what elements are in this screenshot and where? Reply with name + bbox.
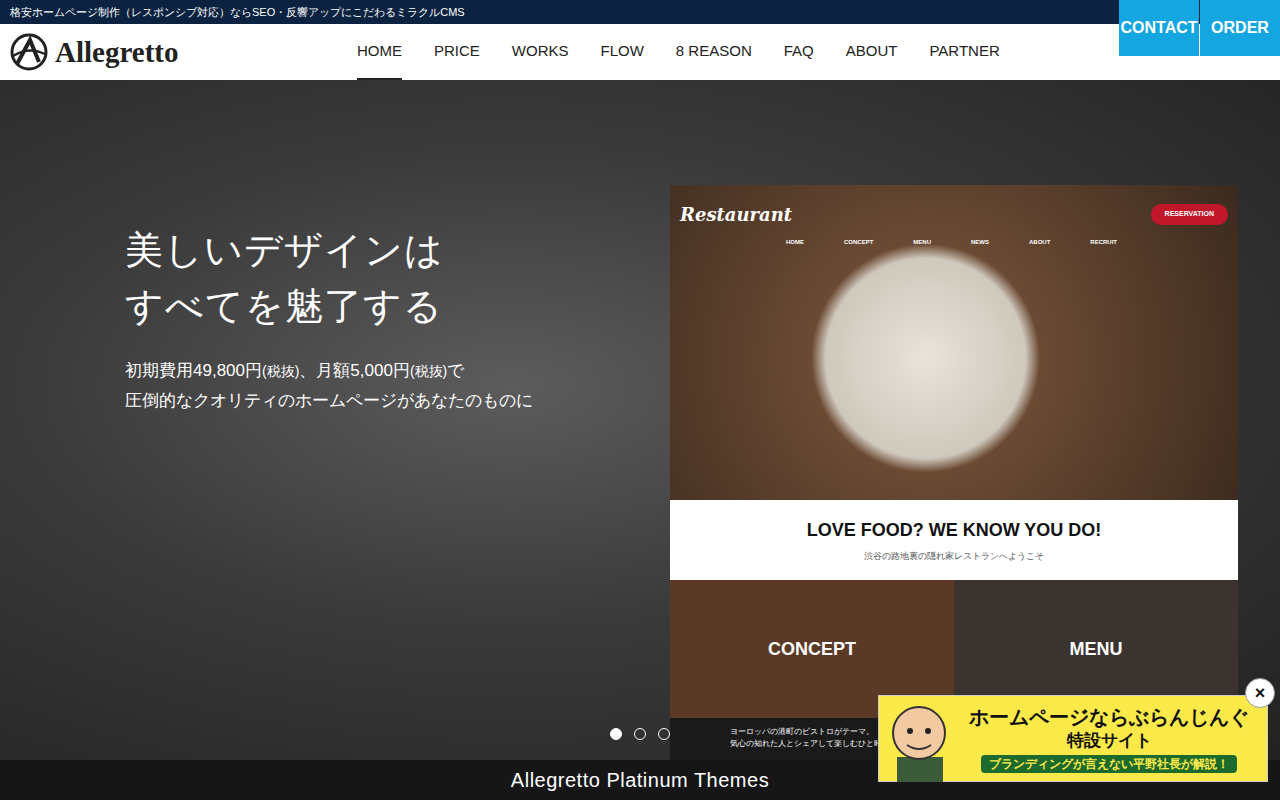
header: Allegretto HOME PRICE WORKS FLOW 8 REASON FAQ A… [0, 24, 1280, 80]
mockup-hero-photo: Restaurant RESERVATION HOMECONCEPTMENUNEWS… [670, 185, 1238, 500]
mockup-band: LOVE FOOD? WE KNOW YOU DO!渋谷の路地裏の隠れ家レストラ… [670, 500, 1238, 580]
header-buttons: CONTACTORDER [1119, 0, 1280, 56]
nav-item[interactable]: HOME [357, 24, 402, 80]
banner-close-button[interactable]: × [1245, 678, 1275, 708]
nav-item[interactable]: FAQ [784, 24, 814, 80]
top-bar: 格安ホームページ制作（レスポンシブ対応）ならSEO・反響アップにこだわるミラクル… [0, 0, 1280, 24]
main-nav: HOME PRICE WORKS FLOW 8 REASON FAQ ABOUT PARTNE… [340, 24, 1000, 80]
banner-note: ブランディングが言えない平野社長が解説！ [981, 755, 1237, 773]
logo[interactable]: Allegretto [0, 32, 340, 72]
banner-subtitle: 特設サイト [1067, 730, 1152, 752]
nav-item[interactable]: ABOUT [846, 24, 898, 80]
mockup-reservation: RESERVATION [1151, 204, 1228, 225]
nav-item[interactable]: PRICE [434, 24, 480, 80]
nav-item[interactable]: 8 REASON [676, 24, 752, 80]
page: 格安ホームページ制作（レスポンシブ対応）ならSEO・反響アップにこだわるミラクル… [0, 0, 1280, 800]
header-button[interactable]: ORDER [1200, 0, 1280, 56]
nav-item[interactable]: WORKS [512, 24, 569, 80]
hero-sub: 初期費用49,800円(税抜)、月額5,000円(税抜)で圧倒的なクオリティのホ… [125, 356, 670, 416]
hero: 美しいデザインはすべてを魅了する初期費用49,800円(税抜)、月額5,000円… [0, 80, 1280, 760]
slider-dot[interactable] [610, 728, 622, 740]
hero-text: 美しいデザインはすべてを魅了する初期費用49,800円(税抜)、月額5,000円… [0, 80, 670, 760]
slider-dot[interactable] [658, 728, 670, 740]
mascot-icon [879, 695, 959, 782]
slider-dot[interactable] [634, 728, 646, 740]
header-button[interactable]: CONTACT [1119, 0, 1199, 56]
promo-banner[interactable]: ホームページならぶらんじんぐ特設サイトブランディングが言えない平野社長が解説！ [878, 695, 1268, 782]
site-mockup: Restaurant RESERVATION HOMECONCEPTMENUNEWS… [670, 185, 1238, 760]
mockup-logo: Restaurant [680, 201, 792, 228]
mockup-nav: HOMECONCEPTMENUNEWSABOUTRECRUIT [670, 228, 1238, 247]
hero-heading: 美しいデザインはすべてを魅了する [125, 222, 670, 334]
logo-icon [9, 32, 49, 72]
nav-item[interactable]: FLOW [601, 24, 644, 80]
slider-dots [610, 728, 670, 740]
banner-title: ホームページならぶらんじんぐ [969, 704, 1249, 730]
nav-item[interactable]: PARTNER [929, 24, 999, 80]
